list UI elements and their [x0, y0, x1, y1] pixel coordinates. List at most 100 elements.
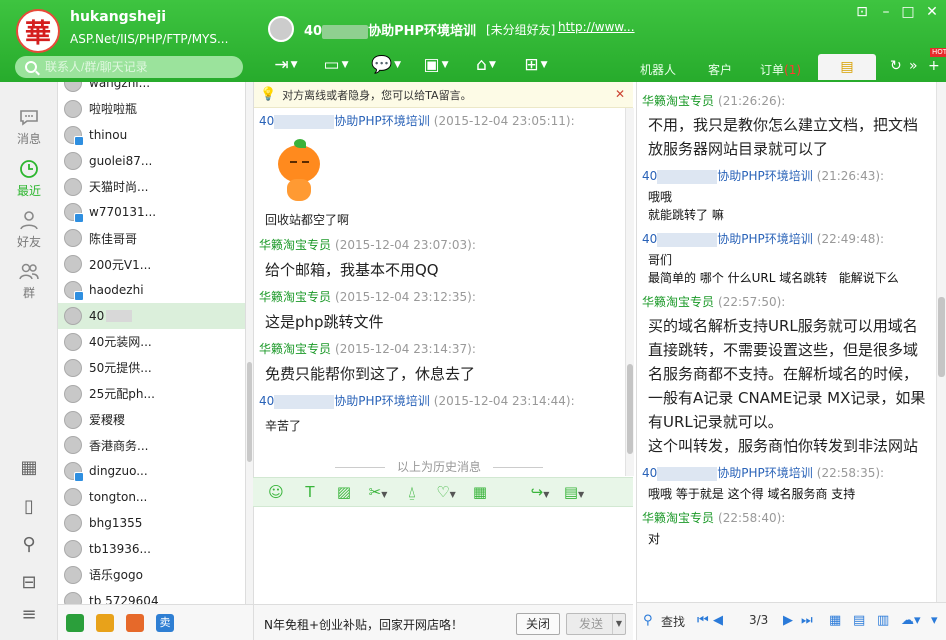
contact-item[interactable]: haodezhi	[58, 277, 245, 303]
export-icon[interactable]: ▤	[853, 613, 865, 628]
contact-item[interactable]: dingzuo...	[58, 458, 245, 484]
image-icon[interactable]: ▨	[327, 483, 361, 501]
scissors-icon[interactable]: ✂▼	[361, 483, 395, 501]
history-panel[interactable]: 华籁淘宝专员 (21:26:26): 不用，我只是教你怎么建立文档，把文档放服务器网…	[636, 82, 936, 602]
close-notice-icon[interactable]: ✕	[615, 87, 625, 101]
search-icon	[25, 61, 37, 73]
doc-icon[interactable]: ▤▼	[557, 483, 591, 501]
contact-item[interactable]: 200元V1...	[58, 251, 245, 277]
prev-page-icon[interactable]: ◀	[713, 613, 723, 628]
search-box[interactable]	[15, 56, 243, 78]
apps-grid-icon[interactable]: ▦	[18, 457, 40, 479]
nav-friends[interactable]: 好友	[0, 209, 58, 250]
font-icon[interactable]: T	[293, 483, 327, 501]
contact-item[interactable]: 40	[58, 303, 245, 329]
find-label[interactable]: 查找	[661, 613, 685, 630]
pin-icon[interactable]: ⊡	[852, 4, 872, 20]
contact-item[interactable]: guolei87...	[58, 148, 245, 174]
contact-item[interactable]: w770131...	[58, 199, 245, 225]
close-button[interactable]: 关闭	[516, 613, 560, 635]
schedule-icon[interactable]: ⊞ ▼	[514, 52, 558, 78]
calendar-icon[interactable]: ▦	[829, 613, 841, 628]
message-input[interactable]	[253, 507, 633, 604]
message-time: (21:26:26):	[718, 94, 786, 108]
contact-item[interactable]: tb 5729604	[58, 588, 245, 604]
history-bar: ⚲ 查找 ⏮ ◀ 3/3 ▶ ⏭ ▦ ▤ ▥ ☁▾ ▾	[636, 602, 946, 640]
screen-icon[interactable]: ▣ ▼	[414, 52, 458, 78]
history-scrollbar[interactable]	[936, 82, 946, 602]
tab-customer[interactable]: 客户	[708, 58, 732, 82]
contact-scrollbar[interactable]	[245, 82, 253, 640]
robot-icon[interactable]: ⊟	[18, 572, 40, 594]
send-options-caret-icon[interactable]: ▼	[612, 614, 625, 634]
maximize-icon[interactable]: □	[898, 4, 918, 20]
tab-notes[interactable]: ▤	[818, 54, 876, 80]
transfer-icon[interactable]: ⇥ ▼	[264, 52, 308, 78]
contact-item[interactable]: tongton...	[58, 484, 245, 510]
shake-icon[interactable]: ⍙	[395, 483, 429, 501]
next-page-icon[interactable]: ▶	[783, 613, 793, 628]
contact-item[interactable]: thinou	[58, 122, 245, 148]
promo-text[interactable]: N年免租+创业补贴，回家开网店咯！	[264, 616, 463, 633]
app-sell-icon[interactable]: 卖	[156, 613, 174, 632]
heart-icon[interactable]: ♡▼	[429, 483, 463, 501]
table-icon[interactable]: ▦	[463, 483, 497, 501]
minimize-icon[interactable]: –	[876, 4, 896, 20]
my-name[interactable]: hukangsheji	[70, 9, 166, 25]
nav-recent[interactable]: 最近	[0, 158, 58, 199]
contact-item[interactable]: 啦啦啦瓶	[58, 96, 245, 122]
settings-icon[interactable]: ▾	[931, 613, 938, 628]
message-icon[interactable]: 💬 ▼	[364, 52, 408, 78]
delete-icon[interactable]: ▥	[877, 613, 889, 628]
first-page-icon[interactable]: ⏮	[697, 613, 709, 628]
send-button[interactable]: 发送 ▼	[566, 613, 626, 635]
contact-scroll-thumb[interactable]	[247, 362, 252, 462]
close-icon[interactable]: ✕	[922, 4, 942, 20]
contact-settings-icon[interactable]: ⚲	[18, 534, 40, 556]
chat-contact-avatar[interactable]	[268, 16, 294, 42]
history-scroll-thumb[interactable]	[938, 297, 945, 377]
phone-icon[interactable]: ▯	[18, 496, 40, 518]
offline-notice: 💡 对方离线或者隐身，您可以给TA留言。 ✕	[254, 82, 633, 108]
nav-groups[interactable]: 群	[0, 260, 58, 301]
message-list[interactable]: 40 协助PHP环境培训 (2015-12-04 23:05:11): 回收站都空了啊…	[254, 108, 626, 468]
contact-item[interactable]: 爱稷稷	[58, 407, 245, 433]
tab-order[interactable]: 订单(1)	[760, 58, 801, 82]
contact-item[interactable]: 陈佳哥哥	[58, 225, 245, 251]
nav-messages[interactable]: 消息	[0, 106, 58, 147]
contact-list[interactable]: wangzhi... 啦啦啦瓶 thinou guolei87... 天猫时尚... w7…	[58, 82, 245, 604]
contact-item[interactable]: 40元装网...	[58, 329, 245, 355]
contact-item[interactable]: tb13936...	[58, 536, 245, 562]
contact-item[interactable]: 语乐gogo	[58, 562, 245, 588]
contact-item[interactable]: 25元配ph...	[58, 381, 245, 407]
reply-icon[interactable]: ↪▼	[523, 483, 557, 501]
app-shop-icon[interactable]	[126, 613, 144, 632]
my-signature[interactable]: ASP.Net/IIS/PHP/FTP/MYS...	[70, 32, 230, 46]
emoji-icon[interactable]: ☺	[259, 483, 293, 501]
contact-item[interactable]: 香港商务...	[58, 432, 245, 458]
contact-item[interactable]: 天猫时尚...	[58, 174, 245, 200]
forward-icon[interactable]: »	[909, 58, 918, 74]
video-icon[interactable]: ▭ ▼	[314, 52, 358, 78]
menu-icon[interactable]: ≡	[18, 604, 40, 626]
refresh-icon[interactable]: ↻	[890, 58, 902, 74]
chat-scrollbar[interactable]	[625, 108, 634, 476]
app-box-icon[interactable]	[96, 613, 114, 632]
search-input[interactable]	[45, 60, 225, 74]
contact-item[interactable]: bhg1355	[58, 510, 245, 536]
add-icon[interactable]: +	[928, 58, 940, 74]
chat-scroll-thumb[interactable]	[627, 364, 633, 454]
app-store-icon[interactable]	[66, 613, 84, 632]
chat-url-link[interactable]: http://www...	[558, 20, 635, 34]
last-page-icon[interactable]: ⏭	[801, 613, 813, 628]
contact-name: tongton...	[89, 490, 148, 505]
cloud-icon[interactable]: ☁▾	[901, 613, 921, 628]
my-avatar[interactable]: 華	[16, 9, 60, 53]
remote-icon[interactable]: ⌂ ▼	[464, 52, 508, 78]
tab-robot[interactable]: 机器人	[640, 58, 676, 82]
contact-item[interactable]: wangzhi...	[58, 82, 245, 96]
chat-title[interactable]: 40 协助PHP环境培训	[304, 20, 476, 39]
find-icon[interactable]: ⚲	[643, 613, 653, 628]
lightbulb-icon: 💡	[260, 87, 277, 102]
contact-item[interactable]: 50元提供...	[58, 355, 245, 381]
